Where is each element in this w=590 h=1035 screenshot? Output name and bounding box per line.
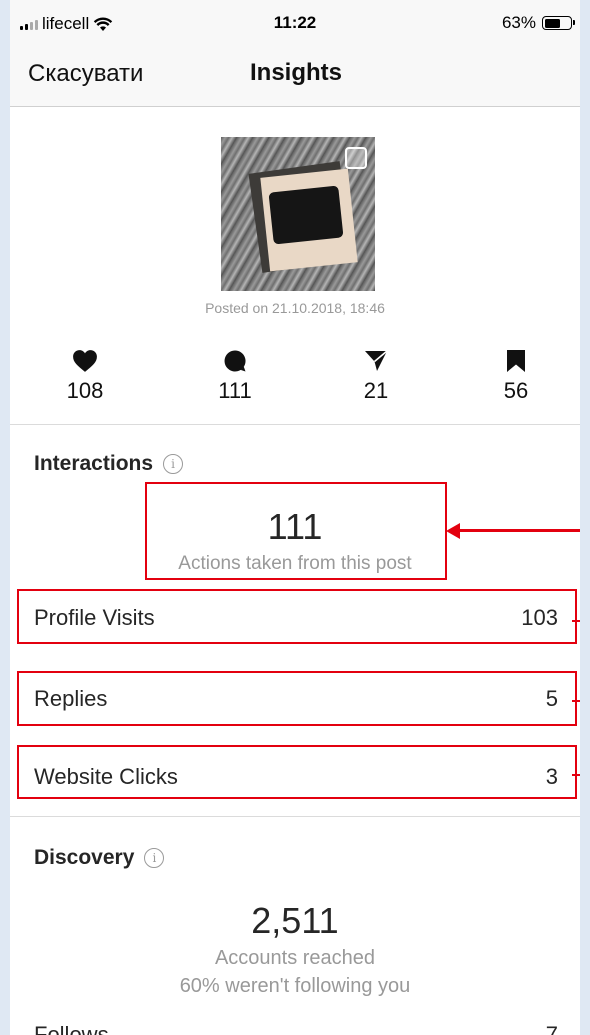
shares-stat: 21 — [346, 348, 406, 404]
nav-bar: Скасувати Insights — [10, 46, 580, 107]
posted-date: Posted on 21.10.2018, 18:46 — [205, 300, 385, 316]
phone-screen: lifecell 11:22 63% Скасувати Insights Po… — [10, 0, 580, 1035]
annotation-tick — [572, 700, 580, 702]
thumbnail-wallet — [268, 185, 344, 245]
comments-count: 111 — [218, 378, 252, 403]
interactions-heading: Interactions i — [34, 452, 184, 476]
saves-stat: 56 — [486, 348, 546, 404]
row-label: Follows — [34, 1022, 109, 1035]
send-icon — [365, 350, 388, 371]
status-bar: lifecell 11:22 63% — [10, 0, 580, 46]
heart-icon — [73, 350, 97, 372]
likes-stat: 108 — [55, 348, 115, 404]
info-icon[interactable]: i — [144, 848, 165, 868]
discovery-title: Discovery — [34, 846, 135, 869]
annotation-arrow-line — [458, 529, 580, 532]
discovery-heading: Discovery i — [34, 846, 165, 870]
bookmark-icon — [507, 350, 525, 372]
status-right: 63% — [501, 13, 575, 33]
comments-stat: 111 — [205, 348, 265, 404]
status-time: 11:22 — [273, 13, 317, 32]
shares-count: 21 — [363, 378, 389, 403]
annotation-tick — [572, 620, 580, 622]
section-divider — [10, 816, 580, 817]
profile-visits-highlight-box — [17, 589, 577, 644]
follows-row[interactable]: Follows 7 — [34, 1022, 558, 1035]
post-thumbnail[interactable] — [221, 137, 375, 291]
website-clicks-highlight-box — [17, 745, 577, 799]
comment-icon — [224, 350, 246, 372]
likes-count: 108 — [66, 378, 104, 403]
interactions-title: Interactions — [34, 452, 154, 475]
battery-percent: 63% — [501, 13, 536, 32]
row-value: 7 — [545, 1022, 558, 1035]
annotation-tick — [572, 774, 580, 776]
following-note: 60% weren't following you — [179, 975, 411, 997]
info-icon[interactable]: i — [163, 454, 184, 474]
discovery-total-label: Accounts reached — [214, 947, 376, 969]
battery-level — [544, 18, 560, 28]
annotation-arrow-head — [446, 523, 460, 539]
battery-icon — [542, 16, 575, 30]
section-divider — [10, 424, 580, 425]
saves-count: 56 — [503, 378, 529, 403]
cancel-button[interactable]: Скасувати — [28, 60, 143, 88]
discovery-total: 2,511 — [251, 900, 339, 941]
replies-highlight-box — [17, 671, 577, 726]
total-highlight-box — [145, 482, 447, 580]
page-title: Insights — [250, 59, 343, 86]
multi-photo-icon — [345, 147, 367, 169]
